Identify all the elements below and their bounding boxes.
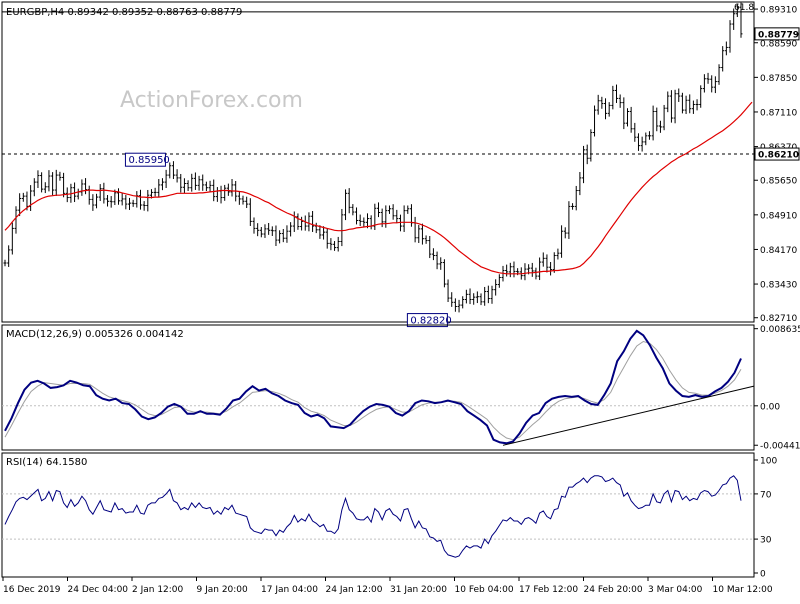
macd-axis-label: -0.004415 <box>760 442 800 452</box>
time-axis-label: 3 Mar 04:00 <box>648 585 703 595</box>
price-axis-label: 0.84170 <box>760 246 797 256</box>
price-axis-label: 0.84910 <box>760 211 797 221</box>
price-marker-label: 0.88779 <box>758 30 799 40</box>
price-axis-marker: 0.86210 <box>754 147 800 161</box>
time-axis-label: 9 Jan 20:00 <box>197 585 249 595</box>
price-axis-label: 0.87110 <box>760 108 797 118</box>
price-axis-label: 0.83430 <box>760 281 797 291</box>
time-axis-label: 24 Jan 12:00 <box>326 585 383 595</box>
rsi-axis-label: 30 <box>760 536 772 546</box>
macd-title: MACD(12,26,9) 0.005326 0.004142 <box>6 329 184 340</box>
price-marker-label: 0.86210 <box>758 151 799 161</box>
time-axis-label: 10 Mar 12:00 <box>713 585 773 595</box>
price-axis-label: 0.87850 <box>760 74 797 84</box>
chart-root: EURGBP,H4 0.89342 0.89352 0.88763 0.8877… <box>0 0 800 600</box>
time-axis-label: 17 Jan 04:00 <box>261 585 318 595</box>
macd-axis-label: 0.00 <box>760 402 780 412</box>
rsi-axis-label: 0 <box>760 570 766 580</box>
time-axis-label: 17 Feb 12:00 <box>519 585 578 595</box>
time-axis-label: 2 Jan 12:00 <box>132 585 184 595</box>
time-axis-label: 16 Dec 2019 <box>3 585 61 595</box>
price-axis-label: 0.85650 <box>760 177 797 187</box>
rsi-title: RSI(14) 64.1580 <box>6 457 87 468</box>
chart-svg: EURGBP,H4 0.89342 0.89352 0.88763 0.8877… <box>0 0 800 600</box>
rsi-axis-label: 100 <box>760 457 777 467</box>
price-axis-label: 0.82710 <box>760 314 797 324</box>
price-axis-marker: 0.88779 <box>754 27 800 41</box>
time-axis-label: 10 Feb 04:00 <box>455 585 514 595</box>
price-axis-label: 0.89310 <box>760 6 797 16</box>
time-axis-label: 24 Feb 20:00 <box>584 585 643 595</box>
watermark: ActionForex.com <box>120 88 303 113</box>
price-annotation: 0.85950 <box>124 152 170 167</box>
annotation-text: 0.85950 <box>128 155 169 166</box>
symbol-info: EURGBP,H4 0.89342 0.89352 0.88763 0.8877… <box>6 7 242 18</box>
time-axis-label: 31 Jan 20:00 <box>390 585 447 595</box>
price-axis-label: 0.88590 <box>760 39 797 49</box>
macd-axis-label: 0.008635 <box>760 325 800 335</box>
time-axis-label: 24 Dec 04:00 <box>68 585 129 595</box>
rsi-axis-label: 70 <box>760 490 772 500</box>
